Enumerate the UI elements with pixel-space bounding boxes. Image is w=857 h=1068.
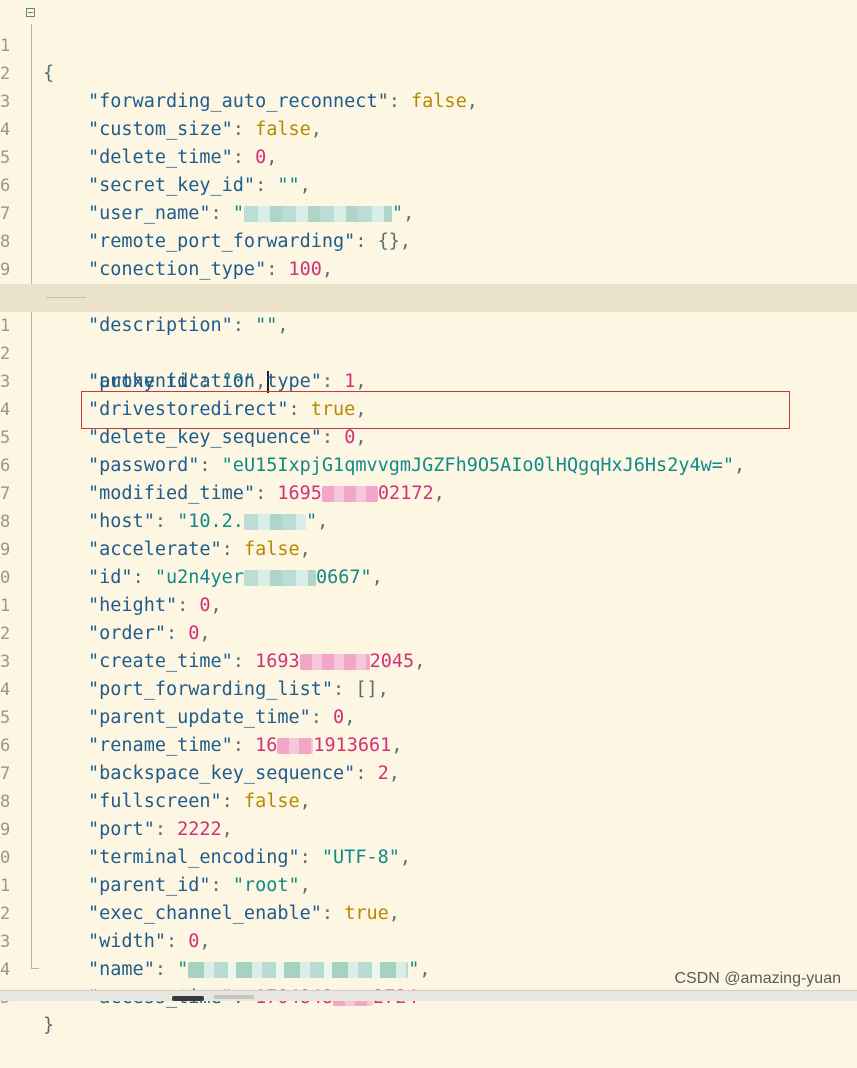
code-line[interactable]: 3 "drivestoredirect": true, <box>0 340 857 420</box>
bottom-taskbar <box>0 990 857 1001</box>
code-line[interactable]: 2 "authentication_type": 1, <box>0 312 857 392</box>
taskbar-label <box>214 995 254 999</box>
code-line[interactable]: 2 "width": 0, <box>0 872 857 952</box>
code-line[interactable]: 9 "id": "u2n4yer 0667", <box>0 508 857 588</box>
code-line[interactable]: 4 "parent_update_time": 0, <box>0 648 857 728</box>
code-line[interactable]: 8 "port": 2222, <box>0 760 857 840</box>
code-line[interactable]: 9 "sort_time": 0, <box>0 228 857 308</box>
code-line[interactable]: 1 "exec_channel_enable": true, <box>0 844 857 924</box>
code-line[interactable]: 1 "order": 0, <box>0 564 857 644</box>
code-line[interactable]: 8 "accelerate": false, <box>0 480 857 560</box>
code-line[interactable]: 4 "access_time": 17048482724 <box>0 928 857 1008</box>
code-line[interactable]: 3 "port_forwarding_list": [], <box>0 620 857 700</box>
close-brace: } <box>43 1015 55 1036</box>
code-line[interactable]: 8 "conection_type": 100, <box>0 200 857 280</box>
code-line[interactable]: 7 "remote_port_forwarding": {}, <box>0 172 857 252</box>
code-line[interactable]: 2 "forwarding_auto_reconnect": false, <box>0 32 857 112</box>
code-line[interactable]: 9 "terminal_encoding": "UTF-8", <box>0 788 857 868</box>
code-line[interactable]: 1 { <box>0 4 857 84</box>
code-line[interactable]: 6 "user_name": " ", <box>0 144 857 224</box>
json-editor[interactable]: 1 { 2 "forwarding_auto_reconnect": false… <box>0 0 857 1036</box>
code-line[interactable]: 0 "height": 0, <box>0 536 857 616</box>
code-line[interactable]: 0 "description": "", <box>0 256 857 336</box>
watermark: CSDN @amazing-yuan <box>674 970 841 987</box>
code-line[interactable]: 3 "custom_size": false, <box>0 60 857 140</box>
code-line[interactable]: 0 "parent_id": "root", <box>0 816 857 896</box>
indent-guide <box>46 297 86 298</box>
code-line[interactable]: 4 "delete_time": 0, <box>0 88 857 168</box>
code-line[interactable]: 5 "secret_key_id": "", <box>0 116 857 196</box>
code-line[interactable]: 7 "host": "10.2. ", <box>0 452 857 532</box>
code-line[interactable]: 7 "fullscreen": false, <box>0 732 857 812</box>
current-code-line[interactable]: 1 "proxy_id": "0", <box>0 284 857 393</box>
password-highlight-box <box>81 391 790 429</box>
code-line[interactable]: 3 "name": " ", <box>0 900 857 980</box>
code-line[interactable]: 6 "backspace_key_sequence": 2, <box>0 704 857 784</box>
code-line[interactable]: 2 "create_time": 1693 2045, <box>0 592 857 672</box>
taskbar-app[interactable] <box>172 996 204 1001</box>
code-line[interactable]: 5 "rename_time": 16 1913661, <box>0 676 857 756</box>
